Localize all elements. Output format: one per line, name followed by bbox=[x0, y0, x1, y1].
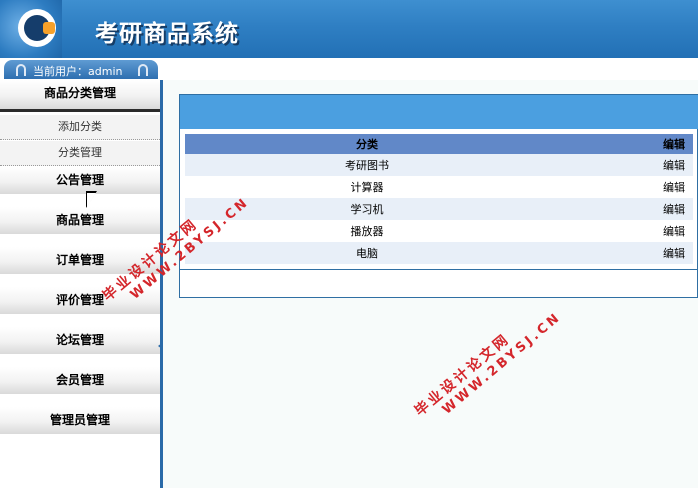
category-name-cell: 电脑 bbox=[185, 242, 550, 264]
category-name-cell: 考研图书 bbox=[185, 154, 550, 176]
current-user-bar: 当前用户：admin bbox=[4, 60, 158, 79]
logo-icon bbox=[18, 9, 56, 47]
menu-forum[interactable]: 论坛管理 bbox=[0, 327, 160, 354]
menu-members[interactable]: 会员管理 bbox=[0, 367, 160, 394]
table-row: 考研图书 编辑 bbox=[185, 154, 693, 176]
table-header-row: 分类 编辑 bbox=[185, 134, 693, 154]
category-table: 分类 编辑 考研图书 编辑 计算器 编辑 学习机 编辑 播放器 编辑 电脑 编辑 bbox=[185, 134, 693, 264]
table-row: 电脑 编辑 bbox=[185, 242, 693, 264]
category-name-cell: 计算器 bbox=[185, 176, 550, 198]
menu-category-management[interactable]: 商品分类管理 bbox=[0, 80, 160, 112]
edit-link[interactable]: 编辑 bbox=[549, 198, 693, 220]
edit-link[interactable]: 编辑 bbox=[549, 220, 693, 242]
sub-item-category-management[interactable]: 分类管理 bbox=[0, 141, 160, 166]
sidebar: 商品分类管理 添加分类 分类管理 公告管理 商品管理 订单管理 评价管理 论坛管… bbox=[0, 80, 160, 488]
logo-area bbox=[0, 0, 62, 58]
column-header-category: 分类 bbox=[185, 134, 550, 154]
panel-footer-rule bbox=[180, 269, 698, 270]
menu-goods[interactable]: 商品管理 bbox=[0, 207, 160, 234]
edit-link[interactable]: 编辑 bbox=[549, 176, 693, 198]
edit-link[interactable]: 编辑 bbox=[549, 242, 693, 264]
sub-item-add-category[interactable]: 添加分类 bbox=[0, 115, 160, 140]
edit-link[interactable]: 编辑 bbox=[549, 154, 693, 176]
mouse-pointer-fill bbox=[87, 193, 96, 207]
panel-title-bar bbox=[180, 95, 698, 129]
column-header-edit: 编辑 bbox=[549, 134, 693, 154]
current-user-label: 当前用户：admin bbox=[33, 65, 123, 78]
app-title: 考研商品系统 bbox=[95, 20, 239, 47]
left-tab-icon bbox=[16, 64, 26, 76]
header-banner: 考研商品系统 bbox=[0, 0, 698, 58]
category-name-cell: 播放器 bbox=[185, 220, 550, 242]
collapse-arrow-icon[interactable] bbox=[158, 343, 162, 349]
table-row: 计算器 编辑 bbox=[185, 176, 693, 198]
menu-announcement[interactable]: 公告管理 bbox=[0, 167, 160, 194]
table-row: 学习机 编辑 bbox=[185, 198, 693, 220]
menu-admins[interactable]: 管理员管理 bbox=[0, 407, 160, 434]
table-row: 播放器 编辑 bbox=[185, 220, 693, 242]
category-name-cell: 学习机 bbox=[185, 198, 550, 220]
right-tab-icon bbox=[138, 64, 148, 76]
menu-orders[interactable]: 订单管理 bbox=[0, 247, 160, 274]
menu-reviews[interactable]: 评价管理 bbox=[0, 287, 160, 314]
